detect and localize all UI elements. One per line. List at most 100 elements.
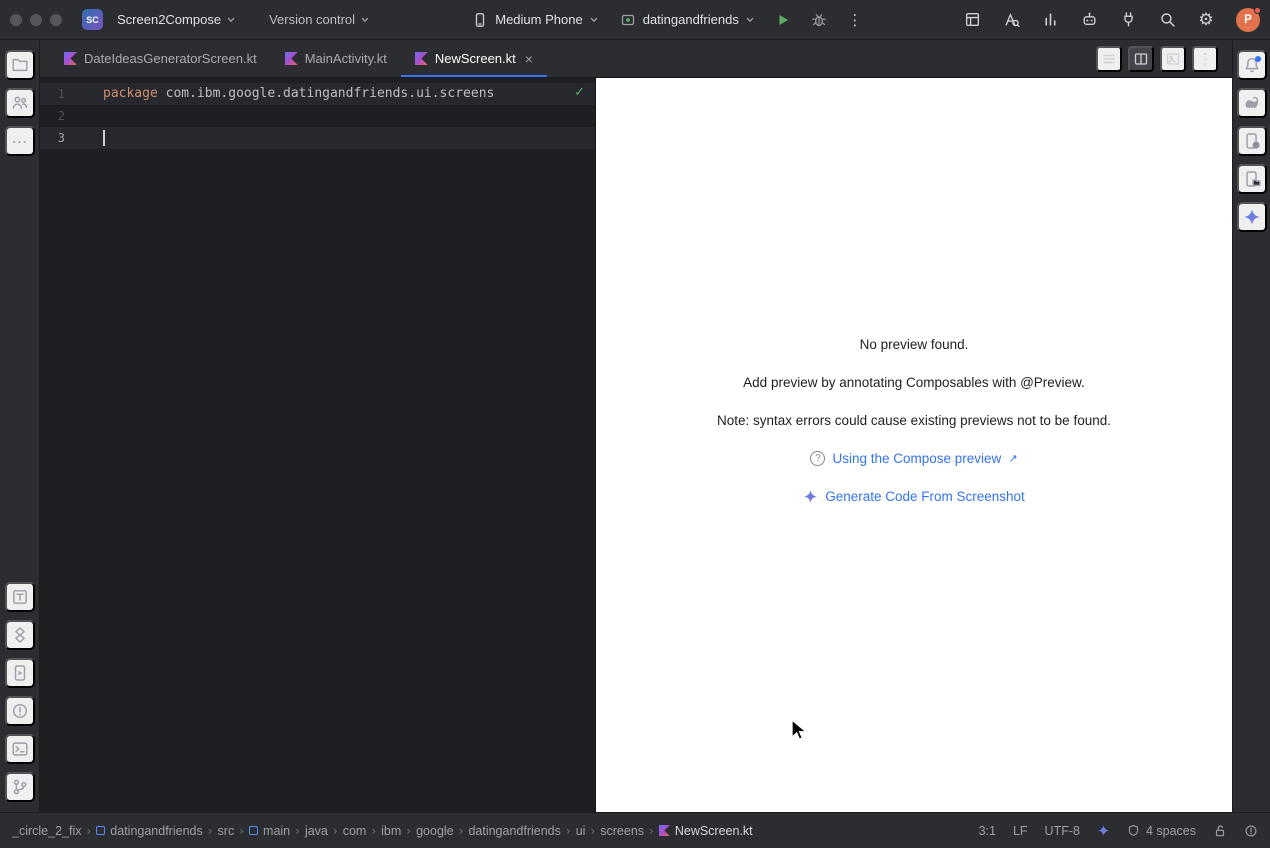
avatar[interactable]: P [1236, 8, 1260, 32]
editor-tabbar: DateIdeasGeneratorScreen.kt MainActivity… [40, 40, 1232, 78]
breadcrumb-item[interactable]: datingandfriends [96, 824, 202, 838]
kotlin-file-icon [659, 825, 670, 836]
editor-view-toggles: ⋮ [1096, 40, 1232, 77]
plug-icon[interactable] [1115, 7, 1141, 33]
chevron-down-icon [746, 16, 754, 24]
android-studio-window: SC Screen2Compose Version control Medium… [0, 0, 1270, 848]
chevron-down-icon [361, 16, 369, 24]
code-line[interactable]: 2 [40, 105, 595, 127]
info-icon[interactable] [1244, 824, 1258, 838]
syntax-note: Note: syntax errors could cause existing… [717, 409, 1111, 431]
profiler-icon[interactable] [1037, 7, 1063, 33]
titlebar: SC Screen2Compose Version control Medium… [0, 0, 1270, 40]
breadcrumb-separator-icon: › [333, 824, 338, 838]
code-line[interactable]: 1 package com.ibm.google.datingandfriend… [40, 83, 595, 105]
breadcrumb-item[interactable]: ibm [381, 824, 401, 838]
line-separator-widget[interactable]: LF [1013, 824, 1028, 838]
line-number[interactable]: 2 [40, 105, 65, 127]
breadcrumb-separator-icon: › [295, 824, 300, 838]
settings-gear-icon[interactable]: ⚙ [1193, 7, 1219, 33]
breadcrumb-item[interactable]: ui [576, 824, 586, 838]
zoom-window-button[interactable] [50, 14, 62, 26]
encoding-widget[interactable]: UTF-8 [1045, 824, 1080, 838]
search-icon[interactable] [1154, 7, 1180, 33]
window-controls [10, 14, 62, 26]
line-number[interactable]: 3 [40, 127, 65, 149]
more-tool-windows-icon[interactable]: ⋯ [5, 126, 35, 156]
minimize-window-button[interactable] [30, 14, 42, 26]
project-selector[interactable]: Screen2Compose [111, 8, 241, 31]
compose-preview-doc-link[interactable]: Using the Compose preview [832, 451, 1001, 466]
version-control-menu[interactable]: Version control [263, 8, 375, 31]
version-control-branch-icon[interactable] [5, 772, 35, 802]
tab-newscreen[interactable]: NewScreen.kt × [401, 40, 547, 77]
line-number[interactable]: 1 [40, 83, 65, 105]
indent-widget[interactable]: 4 spaces [1127, 824, 1196, 838]
kotlin-file-icon [415, 52, 428, 65]
breadcrumb-item-current-file[interactable]: NewScreen.kt [659, 824, 753, 838]
project-name: Screen2Compose [117, 12, 221, 27]
compose-preview-doc-link-row: ? Using the Compose preview ↗ [810, 447, 1017, 469]
breadcrumb-item[interactable]: main [249, 824, 290, 838]
kotlin-file-icon [64, 52, 77, 65]
people-icon[interactable] [5, 88, 35, 118]
notifications-bell-icon[interactable] [1237, 50, 1267, 80]
caret-position-widget[interactable]: 3:1 [979, 824, 996, 838]
inspections-ok-icon[interactable]: ✓ [574, 85, 585, 100]
text-box-icon[interactable] [5, 582, 35, 612]
breadcrumb-item[interactable]: com [343, 824, 367, 838]
run-configuration-selector[interactable]: datingandfriends [614, 8, 760, 32]
breadcrumb-item[interactable]: google [416, 824, 454, 838]
tab-options-icon[interactable]: ⋮ [1192, 46, 1218, 72]
breadcrumb-item[interactable]: screens [600, 824, 644, 838]
kotlin-file-icon [285, 52, 298, 65]
left-tool-strip: ⋯ [0, 40, 40, 812]
device-manager-icon[interactable] [1237, 126, 1267, 156]
device-selector[interactable]: Medium Phone [466, 8, 603, 32]
breadcrumb-item[interactable]: src [218, 824, 235, 838]
breadcrumb-item[interactable]: _circle_2_fix [12, 824, 81, 838]
notification-dot [1254, 7, 1261, 14]
gemini-icon[interactable] [1237, 202, 1267, 232]
ai-sparkle-icon[interactable] [1097, 824, 1110, 837]
tab-mainactivity[interactable]: MainActivity.kt [271, 40, 401, 77]
code-view-icon[interactable] [1096, 46, 1122, 72]
breadcrumb-item[interactable]: datingandfriends [468, 824, 560, 838]
generate-code-link[interactable]: Generate Code From Screenshot [825, 489, 1025, 504]
keyword-token: package [103, 86, 158, 101]
main-area: ⋯ [0, 40, 1270, 812]
tab-dateideasgeneratorscreen[interactable]: DateIdeasGeneratorScreen.kt [50, 40, 271, 77]
debug-button[interactable] [806, 7, 832, 33]
module-icon [249, 826, 258, 835]
layout-inspector-icon[interactable] [959, 7, 985, 33]
find-icon[interactable] [998, 7, 1024, 33]
project-folder-icon[interactable] [5, 50, 35, 80]
breadcrumb-separator-icon: › [590, 824, 595, 838]
run-toolbar: Medium Phone datingandfriends [466, 7, 868, 33]
breadcrumb-separator-icon: › [208, 824, 213, 838]
split-view-icon[interactable] [1128, 46, 1154, 72]
code-text: package com.ibm.google.datingandfriends.… [103, 83, 494, 105]
code-editor[interactable]: 1 package com.ibm.google.datingandfriend… [40, 78, 596, 812]
design-view-icon[interactable] [1160, 46, 1186, 72]
breadcrumb-separator-icon: › [406, 824, 411, 838]
close-tab-icon[interactable]: × [525, 52, 533, 66]
device-explorer-icon[interactable] [1237, 164, 1267, 194]
tab-label: NewScreen.kt [435, 51, 516, 66]
more-run-options-button[interactable]: ⋮ [842, 7, 868, 33]
breadcrumb-item[interactable]: java [305, 824, 328, 838]
chevron-down-icon [227, 16, 235, 24]
code-line-current[interactable]: 3 [40, 127, 595, 149]
ai-sparkle-icon [803, 489, 818, 504]
lock-icon[interactable] [1213, 824, 1227, 838]
resource-manager-icon[interactable] [5, 620, 35, 650]
terminal-icon[interactable] [5, 734, 35, 764]
statusbar-widgets: 3:1 LF UTF-8 4 spaces [979, 824, 1258, 838]
problems-icon[interactable] [5, 696, 35, 726]
generate-code-link-row: Generate Code From Screenshot [803, 485, 1025, 507]
gradle-icon[interactable] [1237, 88, 1267, 118]
running-devices-icon[interactable] [5, 658, 35, 688]
gemini-bot-icon[interactable] [1076, 7, 1102, 33]
close-window-button[interactable] [10, 14, 22, 26]
run-button[interactable] [770, 7, 796, 33]
